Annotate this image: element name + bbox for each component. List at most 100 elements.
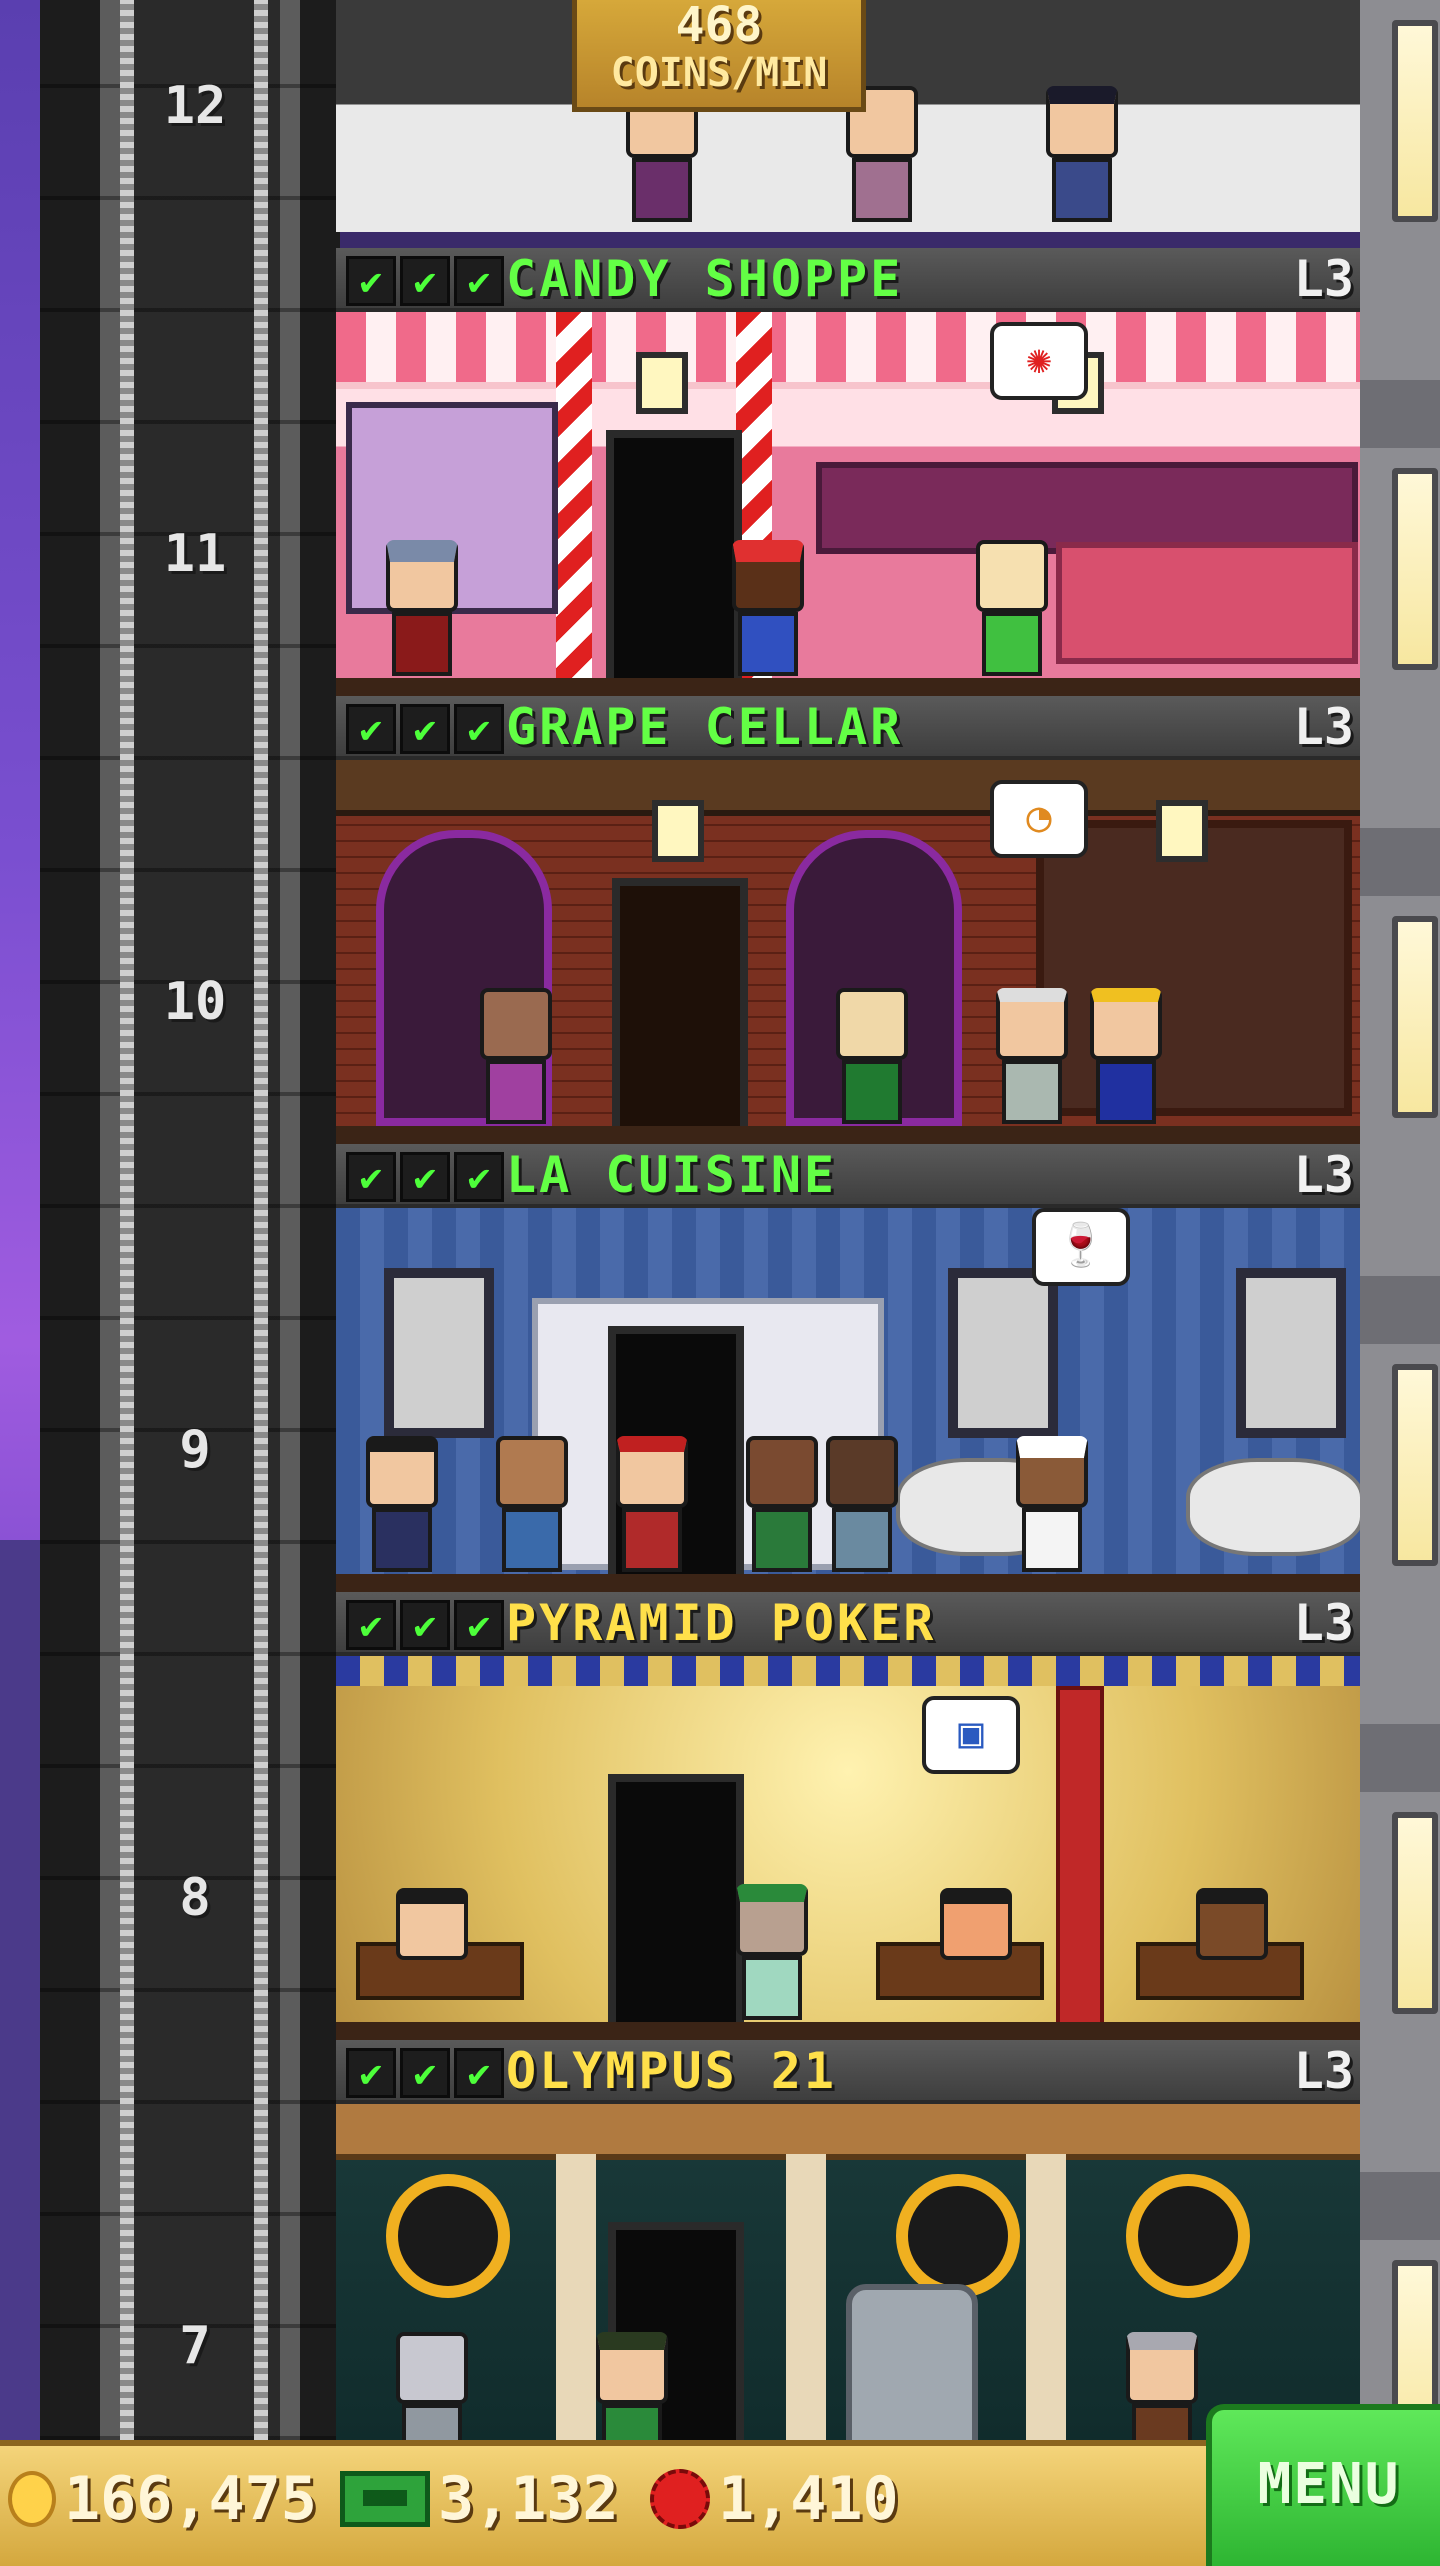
floor-ground [336,1126,1360,1144]
coin-icon [8,2471,56,2527]
floor-name: CANDY SHOPPE [506,250,904,308]
elevator-shaft[interactable] [40,0,340,2440]
candy-pole [556,312,592,678]
bitizen[interactable] [396,1888,468,1960]
elevator-rail-right [254,0,268,2440]
check-icon: ✔ [346,704,396,754]
check-icon: ✔ [400,2048,450,2098]
floor-name: LA CUISINE [506,1146,838,1204]
column [786,2154,826,2454]
star-checks: ✔ ✔ ✔ [346,256,504,306]
bitizen[interactable] [386,540,458,676]
elevator-rail-left [120,0,134,2440]
check-icon: ✔ [454,256,504,306]
coins-per-minute-badge: 468 COINS/MIN [572,0,866,112]
bux-stat[interactable]: 3,132 [340,2464,619,2534]
floor-number-8: 8 [179,1868,211,1928]
bux-value: 3,132 [438,2464,619,2534]
floor-header: ✔ ✔ ✔ GRAPE CELLAR L3 [336,696,1360,760]
gems-stat[interactable]: 1,410 [650,2464,899,2534]
food-request-bubble[interactable]: ◔ [990,780,1088,858]
check-icon: ✔ [400,1600,450,1650]
floor-ground [336,2022,1360,2040]
coins-stat[interactable]: 166,475 [8,2464,317,2534]
floor-number-7: 7 [179,2316,211,2376]
floor-header: ✔ ✔ ✔ PYRAMID POKER L3 [336,1592,1360,1656]
check-icon: ✔ [346,2048,396,2098]
spade-emblem [1126,2174,1250,2298]
menu-button[interactable]: MENU [1206,2404,1440,2566]
elevator-door[interactable] [612,878,748,1126]
dining-table [1186,1458,1360,1556]
picture-frame [1236,1268,1346,1438]
greek-frieze [336,2104,1360,2160]
check-icon: ✔ [454,704,504,754]
bitizen-clown[interactable] [732,540,804,676]
egyptian-border [336,1656,1360,1686]
bitizen[interactable] [736,1884,808,2020]
window-light [1392,468,1438,670]
bitizen[interactable] [940,1888,1012,1960]
spade-emblem [386,2174,510,2298]
wine-shelf [1036,820,1352,1116]
spade-emblem [896,2174,1020,2298]
candy-shoppe-room[interactable]: ✺ [336,312,1360,696]
floor-level: L3 [1293,698,1354,756]
star-checks: ✔ ✔ ✔ [346,1600,504,1650]
picture-frame [384,1268,494,1438]
bitizen[interactable] [826,1436,898,1572]
coins-per-minute-value: 468 [675,0,763,53]
coins-per-minute-unit: COINS/MIN [610,50,828,96]
bitizen[interactable] [616,1436,688,1572]
cards-request-bubble[interactable]: ▣ [922,1696,1020,1774]
star-checks: ✔ ✔ ✔ [346,1152,504,1202]
bux-icon [340,2471,430,2527]
floor-number-9: 9 [179,1420,211,1480]
wine-request-bubble[interactable]: 🍷 [1032,1208,1130,1286]
column [556,2154,596,2454]
candy-request-bubble[interactable]: ✺ [990,322,1088,400]
bitizen-chef[interactable] [1016,1436,1088,1572]
bitizen[interactable] [976,540,1048,676]
la-cuisine-room[interactable]: 🍷 [336,1208,1360,1592]
zeus-statue [846,2284,978,2466]
floor-level: L3 [1293,2042,1354,2100]
grape-cellar-room[interactable]: ◔ [336,760,1360,1144]
bitizen[interactable] [996,988,1068,1124]
window-light [1392,1364,1438,1566]
column [1026,2154,1066,2454]
bitizen[interactable] [1046,86,1118,222]
awning [336,312,1360,382]
lamp-icon [636,352,688,414]
counter [1056,542,1358,664]
elevator-door[interactable] [606,430,742,678]
elevator-door[interactable] [608,1774,744,2022]
picture-frame [948,1268,1058,1438]
bitizen[interactable] [1196,1888,1268,1960]
check-icon: ✔ [346,1600,396,1650]
bitizen[interactable] [480,988,552,1124]
floor-level: L3 [1293,250,1354,308]
check-icon: ✔ [400,704,450,754]
pyramid-poker-room[interactable]: ▣ [336,1656,1360,2040]
bitizen[interactable] [496,1436,568,1572]
check-icon: ✔ [454,2048,504,2098]
tower-right-edge [1360,0,1440,2440]
candy-shelf [816,462,1358,554]
bitizen[interactable] [836,988,908,1124]
lamp-icon [1156,800,1208,862]
star-checks: ✔ ✔ ✔ [346,2048,504,2098]
bitizen[interactable] [746,1436,818,1572]
check-icon: ✔ [346,256,396,306]
floor-level: L3 [1293,1594,1354,1652]
window-light [1392,1812,1438,2014]
floor-level: L3 [1293,1146,1354,1204]
check-icon: ✔ [346,1152,396,1202]
bitizen[interactable] [366,1436,438,1572]
floor-number-10: 10 [163,972,227,1032]
window-light [1392,20,1438,222]
floor-ground [336,1574,1360,1592]
floor-number-12: 12 [163,76,227,136]
bitizen[interactable] [1090,988,1162,1124]
column [1056,1686,1104,2030]
